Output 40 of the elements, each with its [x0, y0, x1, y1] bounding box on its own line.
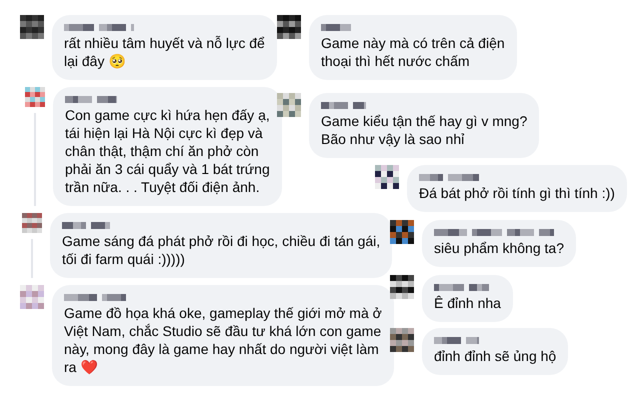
pixelated-avatar	[390, 328, 414, 352]
redacted-name	[64, 24, 134, 31]
comment-text: siêu phẩm không ta?	[434, 239, 564, 257]
redacted-name	[321, 102, 366, 109]
pixelated-avatar	[25, 87, 45, 107]
comment-text: rất nhiều tâm huyết và nỗ lực để	[64, 34, 265, 52]
redacted-name	[434, 337, 479, 344]
comment-text: lại đây 🥺	[64, 52, 126, 70]
pixelated-avatar	[390, 275, 414, 299]
redacted-name	[64, 294, 126, 301]
comment-text: trần nữa. . . Tuyệt đối điện ảnh.	[65, 178, 261, 196]
comment-text: Bão như vậy là sao nhỉ	[321, 130, 466, 148]
comment-text: ra ❤	[64, 358, 98, 376]
comment-text: Game sáng đá phát phở rồi đi học, chiều đi tán gái,	[62, 232, 380, 250]
comment-text: chân thật, thậm chí ăn phở còn	[65, 142, 260, 160]
pixelated-avatar	[390, 220, 414, 244]
pixelated-avatar	[20, 285, 44, 309]
redacted-name	[321, 24, 351, 31]
comment-text: tái hiện lại Hà Nội cực kì đẹp và	[65, 124, 264, 142]
redacted-name	[434, 284, 489, 291]
comment-text: Game kiểu tận thế hay gì v mng?	[321, 112, 528, 130]
pixelated-avatar	[375, 165, 399, 189]
comment-text: phải ăn 3 cái quẩy và 1 bát trứng	[65, 160, 270, 178]
pixelated-avatar	[277, 93, 301, 117]
comment-text: Ê đỉnh nha	[434, 294, 501, 312]
pixelated-avatar	[277, 15, 301, 39]
comment-text: Game này mà có trên cả điện	[321, 34, 505, 52]
pixelated-avatar	[22, 213, 42, 233]
comment-text: Việt Nam, chắc Studio sẽ đầu tư khá lớn con game	[64, 322, 382, 340]
comment-text: tối đi farm quái :)))))	[62, 250, 186, 268]
redacted-name	[62, 222, 110, 229]
comment-text: này, mong đây là game hay nhất do người việt làm	[64, 340, 380, 358]
pixelated-avatar	[20, 15, 44, 39]
redacted-name	[419, 174, 479, 181]
redacted-name	[65, 96, 117, 103]
comment-text: Con game cực kì hứa hẹn đấy ạ,	[65, 106, 270, 124]
comment-text: Đá bát phở rồi tính gì thì tính :))	[419, 184, 615, 202]
comment-text: Game đồ họa khá oke, gameplay thế giới mở mà ở	[64, 304, 382, 322]
comment-text: thoại thì hết nước chấm	[321, 52, 471, 70]
comment-text: đỉnh đỉnh sẽ ủng hộ	[434, 347, 556, 365]
